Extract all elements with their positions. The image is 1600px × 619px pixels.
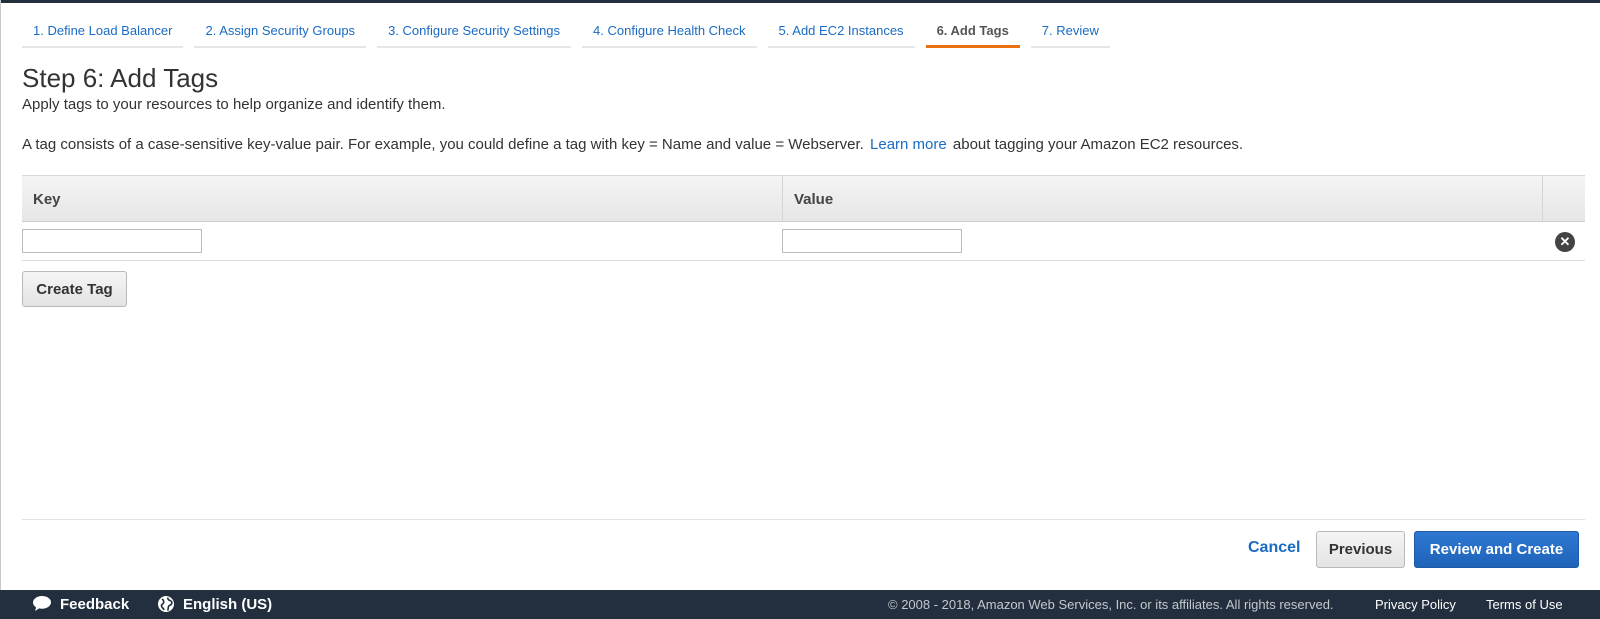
- cancel-link[interactable]: Cancel: [1248, 539, 1300, 557]
- language-selector[interactable]: English (US): [157, 590, 272, 619]
- globe-icon: [158, 595, 174, 612]
- speech-bubble-icon: [33, 596, 51, 612]
- create-tag-button[interactable]: Create Tag: [22, 271, 127, 307]
- tab-review[interactable]: 7. Review: [1030, 18, 1110, 48]
- description-text: A tag consists of a case-sensitive key-v…: [22, 136, 864, 153]
- tab-add-tags[interactable]: 6. Add Tags: [925, 18, 1020, 48]
- column-header-key: Key: [33, 191, 61, 208]
- tab-configure-security-settings[interactable]: 3. Configure Security Settings: [377, 18, 572, 48]
- terms-of-use-link[interactable]: Terms of Use: [1486, 590, 1563, 619]
- actions-divider: [22, 519, 1585, 520]
- tag-description: A tag consists of a case-sensitive key-v…: [22, 136, 1243, 153]
- tag-key-input[interactable]: [22, 229, 202, 253]
- feedback-button[interactable]: Feedback: [32, 590, 129, 619]
- feedback-label: Feedback: [60, 596, 130, 613]
- tag-value-input[interactable]: [782, 229, 962, 253]
- close-circle-icon[interactable]: ✕: [1555, 232, 1575, 252]
- wizard-steps: 1. Define Load Balancer 2. Assign Securi…: [22, 18, 1121, 50]
- tab-configure-health-check[interactable]: 4. Configure Health Check: [582, 18, 757, 48]
- table-row: ✕: [22, 222, 1585, 261]
- top-border: [0, 0, 1600, 3]
- tab-add-ec2-instances[interactable]: 5. Add EC2 Instances: [767, 18, 915, 48]
- tab-assign-security-groups[interactable]: 2. Assign Security Groups: [194, 18, 367, 48]
- column-header-actions: [1542, 176, 1585, 222]
- console-footer: Feedback English (US) © 2008 - 2018, Ama…: [0, 590, 1600, 619]
- column-header-value: Value: [782, 176, 1542, 222]
- review-and-create-button[interactable]: Review and Create: [1414, 531, 1579, 568]
- left-edge: [0, 0, 1, 619]
- learn-more-link[interactable]: Learn more: [870, 136, 947, 153]
- tags-table-header: Key Value: [22, 175, 1585, 222]
- privacy-policy-link[interactable]: Privacy Policy: [1375, 590, 1456, 619]
- description-text-end: about tagging your Amazon EC2 resources.: [952, 136, 1244, 153]
- tab-define-load-balancer[interactable]: 1. Define Load Balancer: [22, 18, 184, 48]
- copyright-text: © 2008 - 2018, Amazon Web Services, Inc.…: [888, 597, 1334, 612]
- previous-button[interactable]: Previous: [1316, 531, 1405, 568]
- language-label: English (US): [183, 596, 273, 613]
- page-title: Step 6: Add Tags: [22, 63, 219, 93]
- page-subtitle: Apply tags to your resources to help org…: [22, 96, 446, 113]
